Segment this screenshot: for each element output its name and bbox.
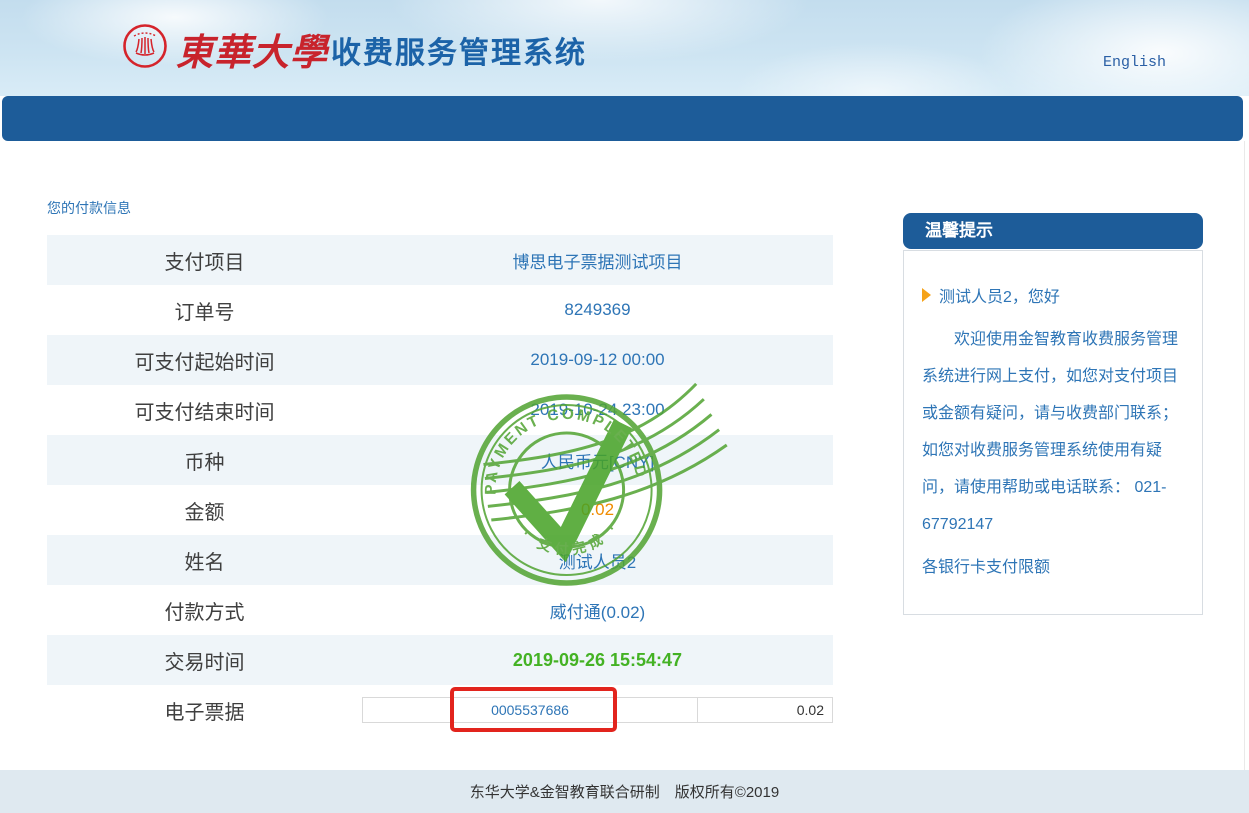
- table-row-e-receipt: 电子票据 0005537686 0.02: [47, 685, 833, 735]
- tips-sidebar-body: 测试人员2，您好 欢迎使用金智教育收费服务管理系统进行网上支付，如您对支付项目或…: [903, 250, 1203, 615]
- tips-paragraph: 欢迎使用金智教育收费服务管理系统进行网上支付，如您对支付项目或金额有疑问，请与收…: [922, 321, 1184, 543]
- navigation-bar: [2, 96, 1243, 141]
- table-row-payment-method: 付款方式 威付通(0.02): [47, 585, 833, 635]
- table-row-amount: 金额 0.02: [47, 485, 833, 535]
- row-value: 2019-09-12 00:00: [362, 350, 833, 370]
- receipt-inner-table: 0005537686 0.02: [362, 697, 833, 723]
- table-row-pay-end-time: 可支付结束时间 2019-10-24 23:00: [47, 385, 833, 435]
- table-row-payment-item: 支付项目 博思电子票据测试项目: [47, 235, 833, 285]
- row-label: 金额: [47, 496, 362, 525]
- tips-sidebar-title: 温馨提示: [903, 213, 1203, 249]
- table-row-name: 姓名 测试人员2: [47, 535, 833, 585]
- greeting-text: 测试人员2，您好: [939, 283, 1060, 307]
- row-label: 可支付结束时间: [47, 396, 362, 425]
- payment-result-page: 東華大學 收费服务管理系统 English 您的付款信息 支付项目 博思电子票据…: [0, 0, 1249, 813]
- receipt-number-link[interactable]: 0005537686: [363, 698, 698, 722]
- table-row-currency: 币种 人民币元[CNY]: [47, 435, 833, 485]
- row-value: 博思电子票据测试项目: [362, 248, 833, 273]
- row-value: 8249369: [362, 300, 833, 320]
- table-row-pay-start-time: 可支付起始时间 2019-09-12 00:00: [47, 335, 833, 385]
- row-value-receipt: 0005537686 0.02: [362, 697, 833, 723]
- row-value-transaction-time: 2019-09-26 15:54:47: [362, 650, 833, 671]
- university-seal-icon: [122, 23, 168, 69]
- row-value-amount: 0.02: [362, 500, 833, 520]
- row-label: 订单号: [47, 296, 362, 325]
- row-label: 支付项目: [47, 246, 362, 275]
- header-banner: 東華大學 收费服务管理系统 English: [0, 0, 1249, 96]
- arrow-right-icon: [922, 288, 931, 302]
- main-content: 您的付款信息 支付项目 博思电子票据测试项目 订单号 8249369 可支付起始…: [0, 141, 1245, 770]
- row-value: 2019-10-24 23:00: [362, 400, 833, 420]
- user-greeting: 测试人员2，您好: [922, 283, 1184, 307]
- table-row-order-number: 订单号 8249369: [47, 285, 833, 335]
- university-name: 東華大學: [176, 22, 326, 76]
- row-label: 币种: [47, 446, 362, 475]
- row-label: 电子票据: [47, 696, 362, 725]
- row-label: 姓名: [47, 546, 362, 575]
- tips-sidebar: 温馨提示 测试人员2，您好 欢迎使用金智教育收费服务管理系统进行网上支付，如您对…: [903, 213, 1203, 615]
- row-label: 可支付起始时间: [47, 346, 362, 375]
- receipt-amount: 0.02: [698, 698, 832, 722]
- footer: 东华大学&金智教育联合研制 版权所有©2019: [0, 770, 1249, 813]
- bank-card-limit-link[interactable]: 各银行卡支付限额: [922, 549, 1050, 586]
- row-value: 人民币元[CNY]: [362, 448, 833, 473]
- english-language-link[interactable]: English: [1103, 54, 1166, 71]
- row-label: 付款方式: [47, 596, 362, 625]
- row-value: 测试人员2: [362, 548, 833, 573]
- payment-info-table: 支付项目 博思电子票据测试项目 订单号 8249369 可支付起始时间 2019…: [47, 235, 833, 735]
- row-value: 威付通(0.02): [362, 598, 833, 623]
- copyright-text: 东华大学&金智教育联合研制 版权所有©2019: [470, 781, 779, 802]
- table-row-transaction-time: 交易时间 2019-09-26 15:54:47: [47, 635, 833, 685]
- row-label: 交易时间: [47, 646, 362, 675]
- system-title: 收费服务管理系统: [331, 28, 587, 72]
- payment-info-heading: 您的付款信息: [47, 198, 131, 218]
